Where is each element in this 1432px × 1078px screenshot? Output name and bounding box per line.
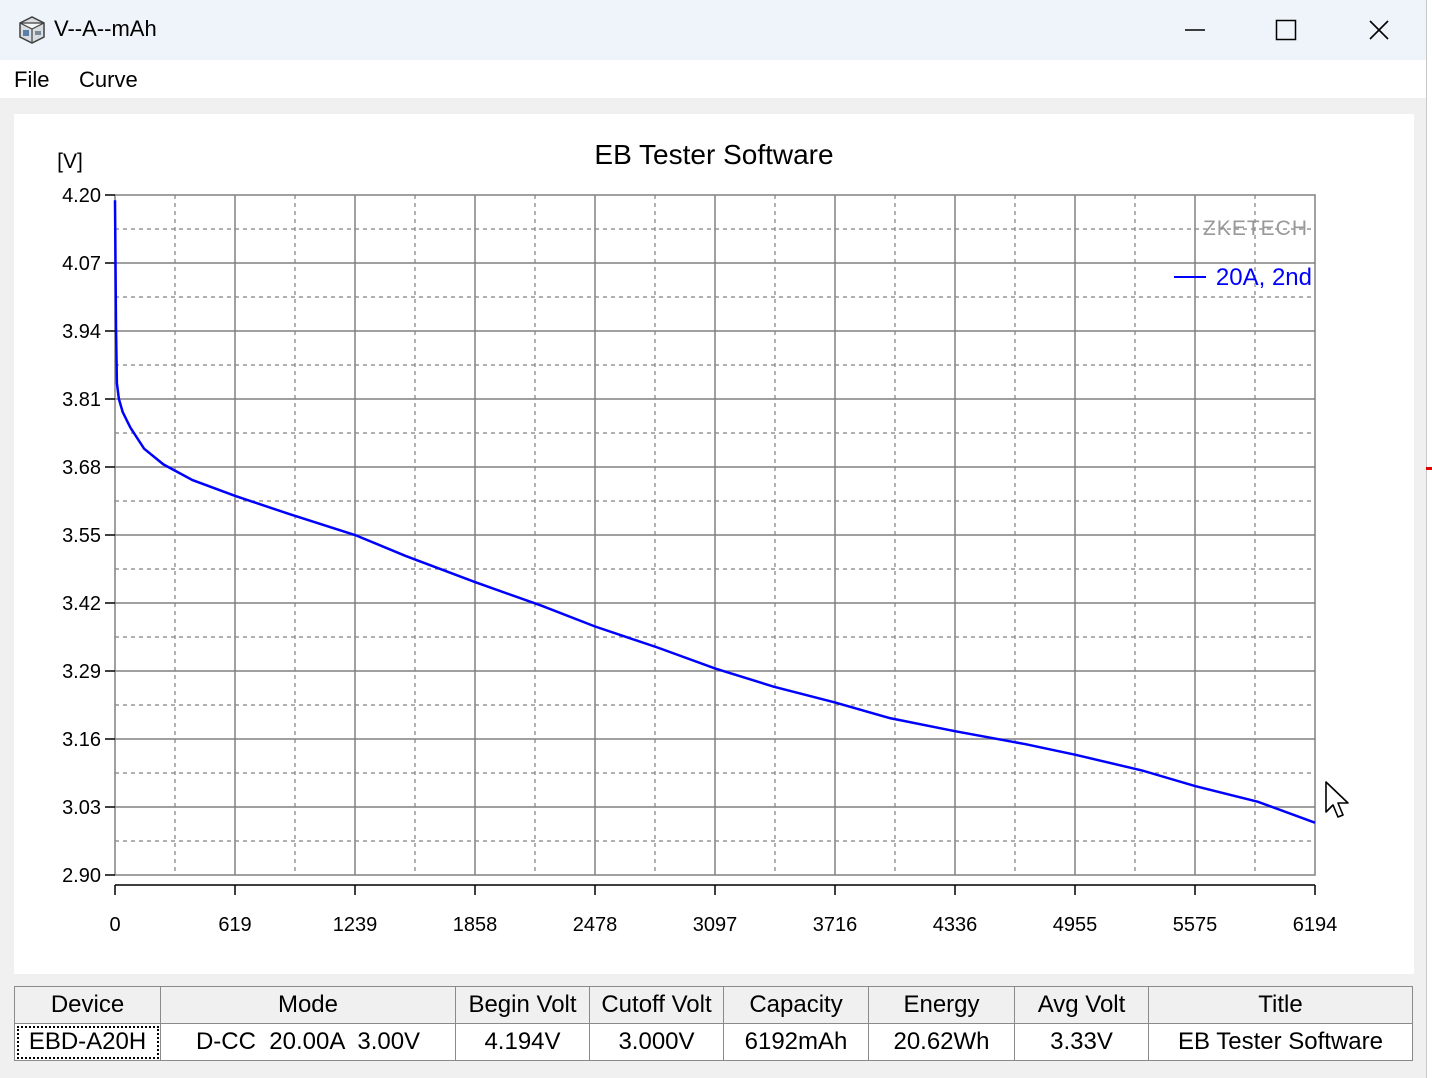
- watermark-text: ZKETECH: [1203, 217, 1308, 240]
- chart-panel: 4.20 4.07 3.94 3.81 3.68 3.55 3.42 3.29 3.16 3.03…: [14, 114, 1414, 974]
- x-tick-label: 4955: [1053, 914, 1098, 936]
- cell-energy[interactable]: 20.62Wh: [868, 1023, 1015, 1061]
- x-tick-label: 3716: [813, 914, 858, 936]
- results-table: Device Mode Begin Volt Cutoff Volt Capac…: [14, 986, 1413, 1061]
- cell-avg-volt[interactable]: 3.33V: [1014, 1023, 1149, 1061]
- results-table-container: Device Mode Begin Volt Cutoff Volt Capac…: [14, 986, 1413, 1062]
- x-tick-label: 619: [218, 914, 251, 936]
- close-icon: [1369, 20, 1389, 40]
- y-tick-label: 3.42: [62, 593, 101, 615]
- cell-begin-volt[interactable]: 4.194V: [455, 1023, 590, 1061]
- y-tick-label: 3.68: [62, 457, 101, 479]
- y-tick-label: 4.20: [62, 185, 101, 207]
- menu-file[interactable]: File: [14, 67, 49, 93]
- header-capacity[interactable]: Capacity: [723, 986, 869, 1024]
- header-cutoff-volt[interactable]: Cutoff Volt: [589, 986, 724, 1024]
- app-window: V--A--mAh File Curve 4.20 4.07 3.94 3.81 3.6…: [0, 0, 1427, 1078]
- y-tick-label: 3.81: [62, 389, 101, 411]
- menu-bar: File Curve: [0, 60, 1426, 98]
- y-tick-label: 3.16: [62, 729, 101, 751]
- header-energy[interactable]: Energy: [868, 986, 1015, 1024]
- cell-device[interactable]: EBD-A20H: [14, 1023, 161, 1061]
- minimize-icon: [1185, 29, 1205, 31]
- edge-marker: [1426, 467, 1432, 470]
- y-tick-label: 3.03: [62, 797, 101, 819]
- header-begin-volt[interactable]: Begin Volt: [455, 986, 590, 1024]
- header-avg-volt[interactable]: Avg Volt: [1014, 986, 1149, 1024]
- header-title[interactable]: Title: [1148, 986, 1413, 1024]
- maximize-icon: [1275, 19, 1297, 41]
- table-row[interactable]: EBD-A20H D-CC 20.00A 3.00V 4.194V 3.000V…: [14, 1023, 1413, 1061]
- x-tick-label: 3097: [693, 914, 738, 936]
- x-tick-label: 4336: [933, 914, 978, 936]
- y-tick-label: 4.07: [62, 253, 101, 275]
- title-bar[interactable]: V--A--mAh: [0, 0, 1426, 60]
- close-button[interactable]: [1333, 0, 1425, 60]
- app-icon: [19, 16, 45, 44]
- table-header-row: Device Mode Begin Volt Cutoff Volt Capac…: [14, 986, 1413, 1024]
- cell-title[interactable]: EB Tester Software: [1148, 1023, 1413, 1061]
- cell-cutoff-volt[interactable]: 3.000V: [589, 1023, 724, 1061]
- y-tick-label: 2.90: [62, 865, 101, 887]
- x-tick-label: 1239: [333, 914, 378, 936]
- mouse-cursor-icon: [1325, 781, 1349, 818]
- menu-curve[interactable]: Curve: [79, 67, 138, 93]
- y-tick-label: 3.94: [62, 321, 101, 343]
- cell-mode[interactable]: D-CC 20.00A 3.00V: [160, 1023, 456, 1061]
- header-mode[interactable]: Mode: [160, 986, 456, 1024]
- y-tick-label: 3.55: [62, 525, 101, 547]
- minimize-button[interactable]: [1149, 0, 1241, 60]
- x-tick-label: 0: [109, 914, 120, 936]
- chart-title: EB Tester Software: [594, 139, 833, 170]
- x-tick-label: 5575: [1173, 914, 1218, 936]
- header-device[interactable]: Device: [14, 986, 161, 1024]
- x-tick-label: 6194: [1293, 914, 1338, 936]
- voltage-capacity-chart: 4.20 4.07 3.94 3.81 3.68 3.55 3.42 3.29 3.16 3.03…: [57, 139, 1338, 936]
- window-title: V--A--mAh: [54, 16, 157, 41]
- x-tick-label: 2478: [573, 914, 618, 936]
- x-tick-label: 1858: [453, 914, 498, 936]
- legend-label: 20A, 2nd: [1216, 264, 1312, 291]
- y-tick-label: 3.29: [62, 661, 101, 683]
- cell-capacity[interactable]: 6192mAh: [723, 1023, 869, 1061]
- maximize-button[interactable]: [1240, 0, 1332, 60]
- y-axis-label: [V]: [57, 150, 83, 173]
